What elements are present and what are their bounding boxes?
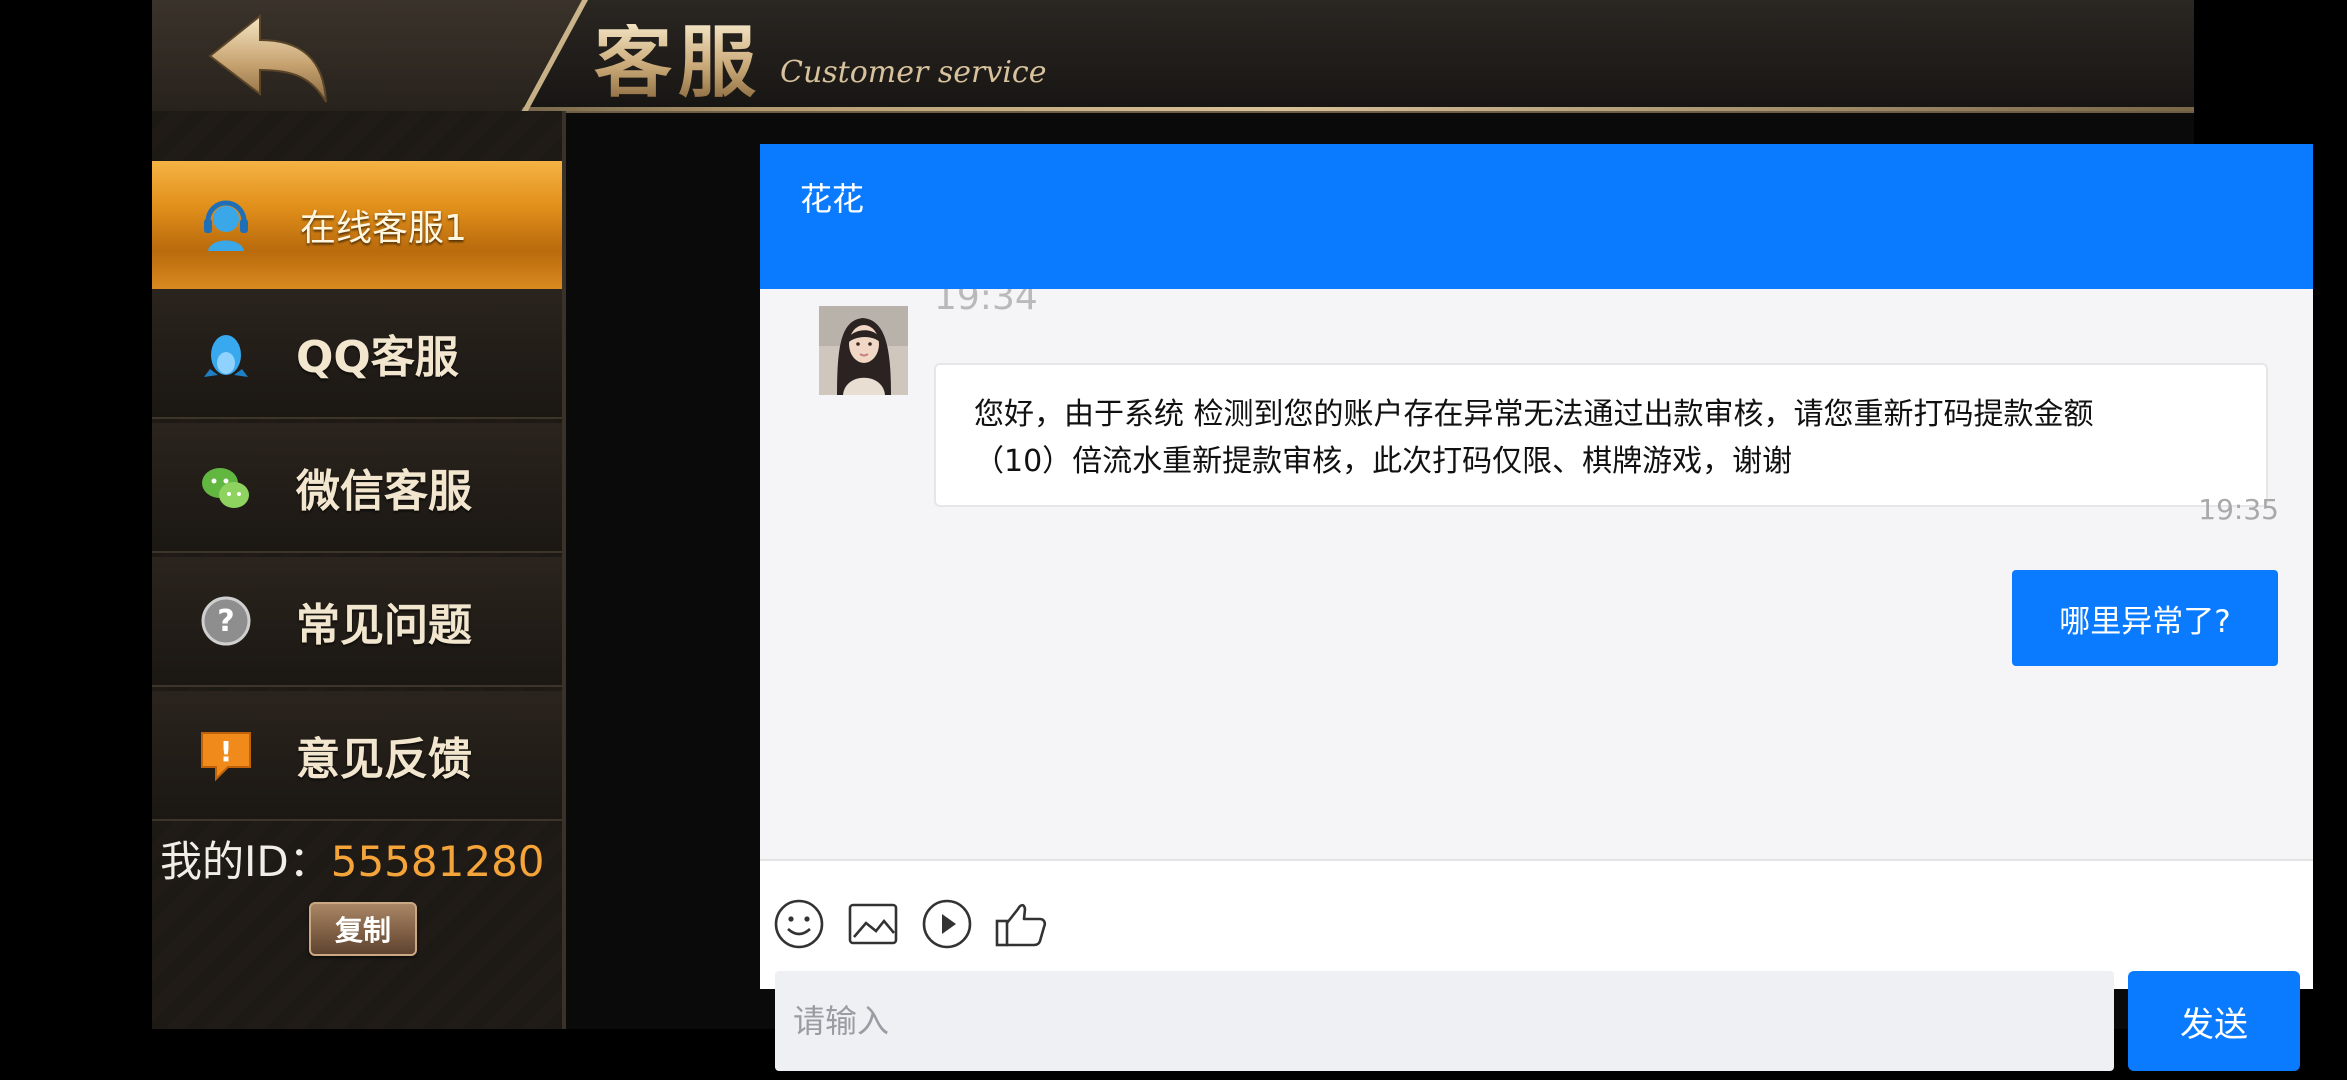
- sidebar-item-feedback[interactable]: ! 意见反馈: [152, 691, 562, 821]
- my-id: 我的ID：55581280: [160, 828, 560, 889]
- page-title-en: Customer service: [780, 55, 1047, 90]
- agent-avatar: [819, 306, 908, 395]
- send-button[interactable]: 发送: [2128, 971, 2300, 1071]
- back-button[interactable]: [204, 10, 334, 110]
- sidebar-item-online-service[interactable]: 在线客服1: [152, 161, 562, 291]
- thumbs-up-icon[interactable]: [994, 897, 1048, 951]
- page-title: 客服 Customer service: [594, 6, 1046, 102]
- message-list[interactable]: 19:34 您好，由于系统 检测到您的账户存在异常无法通过出款审核，请您重新打码…: [760, 289, 2313, 859]
- message-timestamp: 19:34: [934, 289, 1038, 318]
- user-message-bubble: 哪里异常了?: [2012, 570, 2278, 666]
- sidebar-item-wechat[interactable]: 微信客服: [152, 423, 562, 553]
- image-icon[interactable]: [846, 897, 900, 951]
- qq-penguin-icon: [204, 335, 248, 377]
- agent-name: 花花: [800, 180, 865, 218]
- my-id-value: 55581280: [330, 837, 545, 886]
- message-line: （10）倍流水重新提款审核，此次打码仅限、棋牌游戏，谢谢: [974, 444, 1793, 479]
- sidebar-item-label: 微信客服: [296, 466, 472, 517]
- svg-text:?: ?: [217, 604, 234, 639]
- copy-id-button[interactable]: 复制: [309, 902, 417, 956]
- message-line: 您好，由于系统 检测到您的账户存在异常无法通过出款审核，请您重新打码提款金额: [974, 397, 2094, 432]
- chat-header: 花花: [760, 144, 2313, 289]
- avatar-image: [819, 306, 908, 395]
- question-icon: ?: [201, 596, 251, 646]
- composer: 发送: [760, 859, 2313, 1071]
- sidebar-item-label: 常见问题: [296, 600, 472, 651]
- chat-panel: 花花 19:34 您好，由于系统 检测到您的账户存在异常无法通过出款审核，请您重…: [760, 144, 2313, 1071]
- video-icon[interactable]: [920, 897, 974, 951]
- wechat-icon: [202, 468, 249, 508]
- sidebar-item-faq[interactable]: ? 常见问题: [152, 557, 562, 687]
- feedback-icon: !: [201, 732, 251, 782]
- svg-text:!: !: [220, 735, 233, 768]
- message-input[interactable]: [775, 971, 2114, 1071]
- headset-icon: [204, 200, 248, 251]
- page-title-cn: 客服: [594, 17, 763, 108]
- sidebar: 在线客服1 QQ客服 微信客服 ? 常见问题 ! 意见反馈 我的ID：55581…: [152, 111, 566, 1029]
- sidebar-item-label: 在线客服1: [300, 208, 467, 249]
- back-arrow-icon: [208, 13, 327, 103]
- message-timestamp: 19:35: [2198, 493, 2279, 526]
- smiley-icon[interactable]: [772, 897, 826, 951]
- agent-message-bubble: 您好，由于系统 检测到您的账户存在异常无法通过出款审核，请您重新打码提款金额 （…: [934, 363, 2268, 507]
- my-id-label: 我的ID：: [160, 837, 331, 886]
- sidebar-item-label: QQ客服: [296, 332, 459, 383]
- sidebar-item-label: 意见反馈: [296, 734, 472, 785]
- app-window: 客服 Customer service 在线客服1 QQ客服 微信客服 ? 常见…: [152, 0, 2313, 1071]
- sidebar-item-qq[interactable]: QQ客服: [152, 289, 562, 419]
